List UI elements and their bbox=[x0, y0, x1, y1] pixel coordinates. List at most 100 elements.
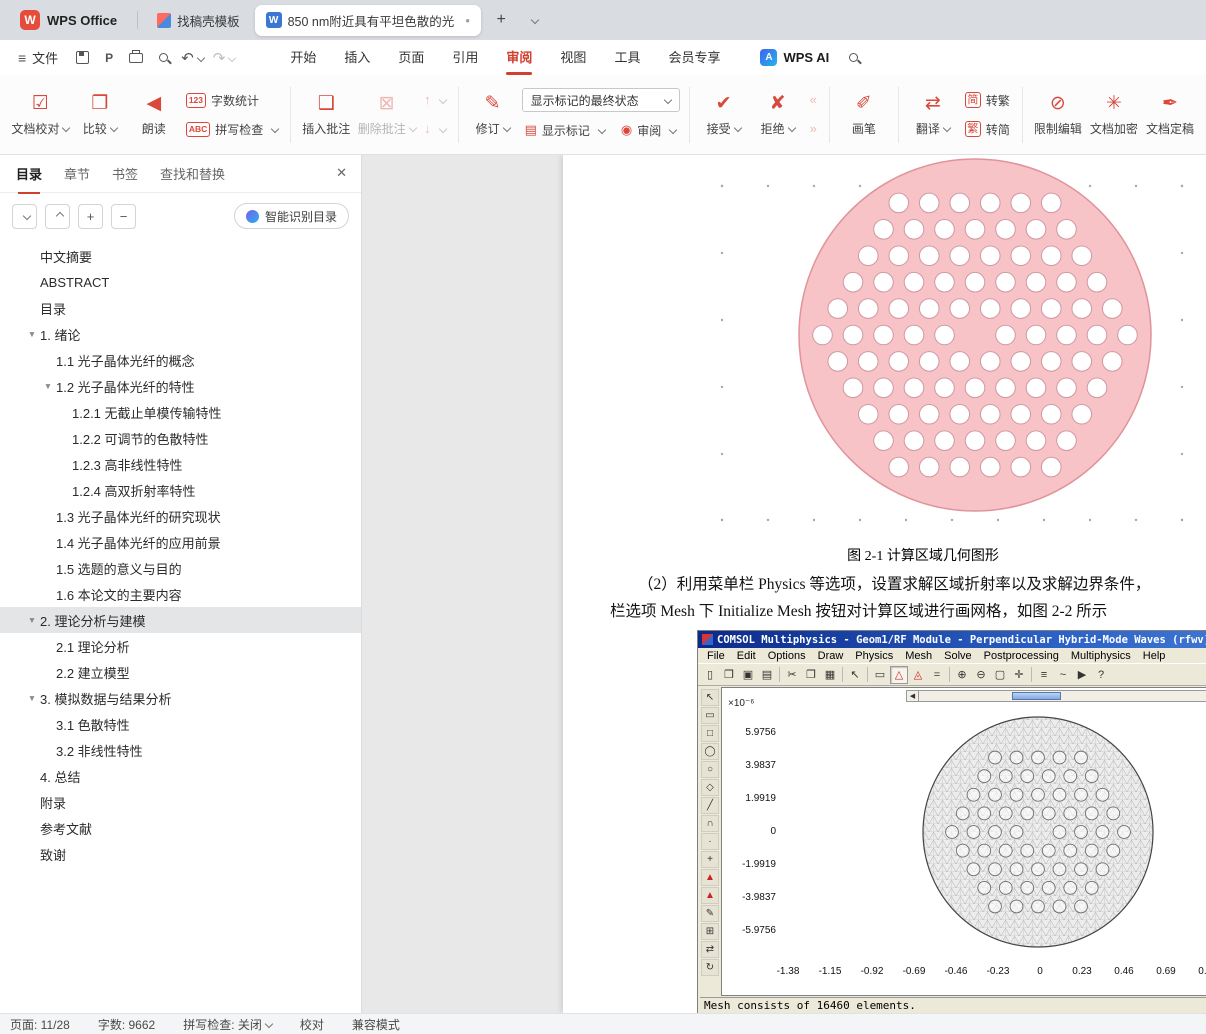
restrict-editing-button[interactable]: ⊘ 限制编辑 bbox=[1032, 83, 1084, 147]
smart-toc-button[interactable]: 智能识别目录 bbox=[233, 203, 349, 229]
toc-item[interactable]: 2.1 理论分析 bbox=[0, 633, 361, 659]
track-changes-button[interactable]: ✎ 修订 bbox=[468, 83, 518, 147]
toc-item[interactable]: ▼ 1.2 光子晶体光纤的特性 bbox=[0, 373, 361, 399]
compare-button[interactable]: ❐ 比较 bbox=[75, 83, 125, 147]
save-button[interactable] bbox=[70, 46, 94, 70]
ribbon-tab-审阅[interactable]: 审阅 bbox=[492, 40, 546, 75]
tab-list-button[interactable] bbox=[521, 8, 545, 32]
markup-state-select[interactable]: 显示标记的最终状态 bbox=[521, 88, 680, 112]
toc-item[interactable]: 1.4 光子晶体光纤的应用前景 bbox=[0, 529, 361, 555]
ribbon-tab-会员专享[interactable]: 会员专享 bbox=[654, 40, 734, 75]
pen-button[interactable]: ✐ 画笔 bbox=[839, 83, 889, 147]
expand-arrow-icon[interactable]: ▼ bbox=[24, 329, 40, 339]
document-tab-title: 850 nm附近具有平坦色散的光 bbox=[287, 14, 455, 29]
toc-item[interactable]: 2.2 建立模型 bbox=[0, 659, 361, 685]
toc-item[interactable]: 1.2.3 高非线性特性 bbox=[0, 451, 361, 477]
previous-change-button[interactable]: « bbox=[807, 89, 820, 111]
comsol-menu-mesh: Mesh bbox=[905, 649, 933, 662]
read-aloud-button[interactable]: ◀ 朗读 bbox=[129, 83, 179, 147]
panel-tab-目录[interactable]: 目录 bbox=[16, 164, 42, 183]
print-button[interactable] bbox=[124, 46, 148, 70]
export-pdf-button[interactable]: P bbox=[97, 46, 121, 70]
file-menu-button[interactable]: ≡ 文件 bbox=[10, 45, 66, 71]
compare-icon: ❐ bbox=[91, 92, 109, 114]
toc-item[interactable]: 1.2.4 高双折射率特性 bbox=[0, 477, 361, 503]
compatibility-mode-indicator[interactable]: 兼容模式 bbox=[352, 1016, 400, 1033]
translate-button[interactable]: ⇄ 翻译 bbox=[908, 83, 958, 147]
toc-item[interactable]: ▼ 2. 理论分析与建模 bbox=[0, 607, 361, 633]
undo-button[interactable]: ↶ bbox=[178, 46, 207, 70]
toc-item[interactable]: 附录 bbox=[0, 789, 361, 815]
toc-item[interactable]: 1.5 选题的意义与目的 bbox=[0, 555, 361, 581]
traditional-to-simplified-button[interactable]: 繁 转简 bbox=[962, 118, 1013, 140]
doc-proofread-button[interactable]: ☑ 文档校对 bbox=[10, 83, 71, 147]
document-page[interactable]: 图 2-1 计算区域几何图形 （2）利用菜单栏 Physics 等选项，设置求解… bbox=[563, 155, 1206, 1013]
spellcheck-toggle[interactable]: 拼写检查: 关闭 bbox=[183, 1016, 274, 1033]
new-tab-button[interactable]: + bbox=[489, 8, 513, 32]
collapse-all-button[interactable] bbox=[12, 203, 37, 229]
wps-home-button[interactable]: W WPS Office bbox=[8, 0, 129, 40]
toc-item[interactable]: 4. 总结 bbox=[0, 763, 361, 789]
toc-item[interactable]: 中文摘要 bbox=[0, 243, 361, 269]
expand-arrow-icon[interactable]: ▼ bbox=[40, 381, 56, 391]
zoom-out-toc-button[interactable]: − bbox=[111, 203, 136, 229]
expand-arrow-icon[interactable]: ▼ bbox=[24, 693, 40, 703]
expand-arrow-icon[interactable]: ▼ bbox=[24, 615, 40, 625]
toc-item[interactable]: 目录 bbox=[0, 295, 361, 321]
toc-item[interactable]: 1.6 本论文的主要内容 bbox=[0, 581, 361, 607]
ribbon-tab-插入[interactable]: 插入 bbox=[330, 40, 384, 75]
show-markup-button[interactable]: ▤ 显示标记 bbox=[522, 119, 608, 141]
close-panel-button[interactable]: ✕ bbox=[336, 165, 347, 181]
panel-tab-查找和替换[interactable]: 查找和替换 bbox=[160, 164, 225, 183]
print-preview-button[interactable] bbox=[151, 46, 175, 70]
toc-item[interactable]: 参考文献 bbox=[0, 815, 361, 841]
expand-all-button[interactable] bbox=[45, 203, 70, 229]
wps-ai-button[interactable]: A WPS AI bbox=[760, 49, 829, 66]
toc-item[interactable]: 1.2.2 可调节的色散特性 bbox=[0, 425, 361, 451]
document-tab[interactable]: W 850 nm附近具有平坦色散的光 ● bbox=[254, 4, 482, 36]
simplified-to-traditional-button[interactable]: 简 转繁 bbox=[962, 89, 1013, 111]
ribbon-tab-开始[interactable]: 开始 bbox=[276, 40, 330, 75]
encrypt-document-button[interactable]: ✳ 文档加密 bbox=[1088, 83, 1140, 147]
toc-item[interactable]: 1.3 光子晶体光纤的研究现状 bbox=[0, 503, 361, 529]
insert-comment-button[interactable]: ❑ 插入批注 bbox=[300, 83, 352, 147]
delete-comment-button[interactable]: ⊠ 删除批注 bbox=[356, 83, 417, 147]
accept-button[interactable]: ✔ 接受 bbox=[699, 83, 749, 147]
ribbon-tab-视图[interactable]: 视图 bbox=[546, 40, 600, 75]
ribbon-tab-页面[interactable]: 页面 bbox=[384, 40, 438, 75]
document-area[interactable]: 图 2-1 计算区域几何图形 （2）利用菜单栏 Physics 等选项，设置求解… bbox=[362, 155, 1206, 1013]
finalize-document-button[interactable]: ✒ 文档定稿 bbox=[1144, 83, 1196, 147]
panel-tab-书签[interactable]: 书签 bbox=[112, 164, 138, 183]
toc-item[interactable]: ▼ 1. 绪论 bbox=[0, 321, 361, 347]
search-icon[interactable] bbox=[849, 53, 859, 62]
toc-item[interactable]: ABSTRACT bbox=[0, 269, 361, 295]
reject-button[interactable]: ✘ 拒绝 bbox=[753, 83, 803, 147]
word-count-button[interactable]: 123 字数统计 bbox=[183, 89, 281, 111]
ribbon-tab-引用[interactable]: 引用 bbox=[438, 40, 492, 75]
toc-item[interactable]: 1.1 光子晶体光纤的概念 bbox=[0, 347, 361, 373]
main-area: 目录 章节 书签 查找和替换 ✕ + − 智能识别目录 中文摘要 ABSTRACT 目录 ▼… bbox=[0, 155, 1206, 1013]
toc-item[interactable]: 3.1 色散特性 bbox=[0, 711, 361, 737]
word-count-indicator[interactable]: 字数: 9662 bbox=[98, 1016, 155, 1033]
previous-comment-button[interactable]: ↑ bbox=[421, 89, 449, 111]
next-change-button[interactable]: » bbox=[807, 118, 820, 140]
y-tick-label: -3.9837 bbox=[742, 892, 776, 903]
toc-item[interactable]: 3.2 非线性特性 bbox=[0, 737, 361, 763]
next-comment-button[interactable]: ↓ bbox=[421, 118, 449, 140]
spell-check-button[interactable]: ABC 拼写检查 bbox=[183, 118, 281, 140]
figure-2-1-caption: 图 2-1 计算区域几何图形 bbox=[847, 549, 999, 564]
document-tab[interactable]: 找稿壳模板 bbox=[146, 5, 251, 36]
ribbon-tab-工具[interactable]: 工具 bbox=[600, 40, 654, 75]
panel-tab-章节[interactable]: 章节 bbox=[64, 164, 90, 183]
chevron-down-icon bbox=[663, 95, 672, 105]
redo-button[interactable]: ↷ bbox=[210, 46, 239, 70]
toc-item[interactable]: 致谢 bbox=[0, 841, 361, 867]
restrict-editing-icon: ⊘ bbox=[1049, 92, 1066, 114]
proofread-button[interactable]: 校对 bbox=[300, 1016, 324, 1033]
page-indicator[interactable]: 页面: 11/28 bbox=[10, 1016, 70, 1033]
toc-item[interactable]: 1.2.1 无截止单模传输特性 bbox=[0, 399, 361, 425]
toc-item[interactable]: ▼ 3. 模拟数据与结果分析 bbox=[0, 685, 361, 711]
zoom-in-toc-button[interactable]: + bbox=[78, 203, 103, 229]
review-mode-button[interactable]: ◉ 审阅 bbox=[618, 119, 679, 141]
x-tick-label: 0.23 bbox=[1072, 966, 1092, 977]
